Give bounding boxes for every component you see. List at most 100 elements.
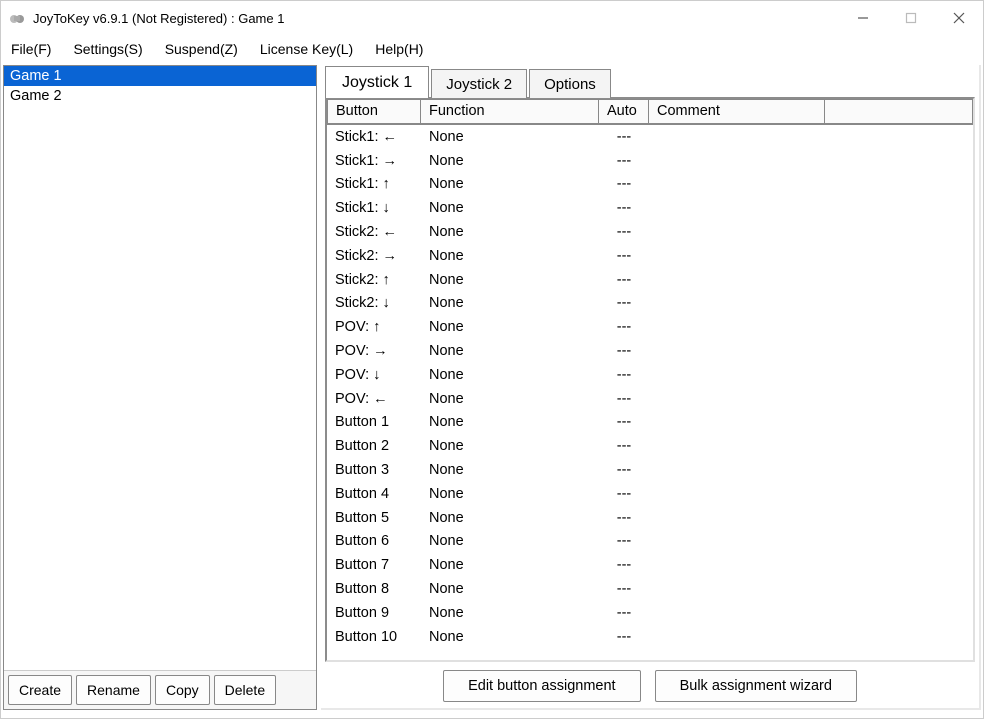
- cell-function: None: [421, 200, 599, 216]
- cell-function: None: [421, 224, 599, 240]
- cell-auto: ---: [599, 176, 649, 192]
- table-row[interactable]: Button 9None---: [327, 601, 973, 625]
- table-row[interactable]: Button 8None---: [327, 577, 973, 601]
- cell-function: None: [421, 605, 599, 621]
- table-row[interactable]: Stick2: ↓None---: [327, 292, 973, 316]
- copy-button[interactable]: Copy: [155, 675, 210, 705]
- edit-assignment-button[interactable]: Edit button assignment: [443, 670, 641, 702]
- cell-button: Button 8: [327, 581, 421, 597]
- rename-button[interactable]: Rename: [76, 675, 151, 705]
- col-comment[interactable]: Comment: [649, 99, 825, 124]
- cell-button: POV: →: [327, 343, 421, 359]
- close-button[interactable]: [935, 1, 983, 35]
- window-controls: [839, 1, 983, 35]
- table-row[interactable]: Stick1: ↓None---: [327, 196, 973, 220]
- table-row[interactable]: Button 2None---: [327, 434, 973, 458]
- cell-button: Button 7: [327, 557, 421, 573]
- cell-button: POV: ↑: [327, 319, 421, 335]
- menu-settings[interactable]: Settings(S): [69, 39, 146, 59]
- col-button[interactable]: Button: [327, 99, 421, 124]
- cell-auto: ---: [599, 414, 649, 430]
- table-row[interactable]: Stick2: →None---: [327, 244, 973, 268]
- delete-button[interactable]: Delete: [214, 675, 276, 705]
- cell-auto: ---: [599, 462, 649, 478]
- cell-button: Stick1: ↑: [327, 176, 421, 192]
- tabs: Joystick 1 Joystick 2 Options: [321, 65, 979, 97]
- tab-joystick1[interactable]: Joystick 1: [325, 66, 429, 98]
- cell-button: Button 4: [327, 486, 421, 502]
- cell-function: None: [421, 510, 599, 526]
- assignment-panel: Joystick 1 Joystick 2 Options Button Fun…: [321, 65, 981, 710]
- table-row[interactable]: Button 1None---: [327, 411, 973, 435]
- cell-auto: ---: [599, 391, 649, 407]
- cell-button: Button 1: [327, 414, 421, 430]
- app-icon: [9, 10, 25, 26]
- tab-options[interactable]: Options: [529, 69, 611, 98]
- cell-function: None: [421, 557, 599, 573]
- cell-function: None: [421, 176, 599, 192]
- table-row[interactable]: Stick1: ←None---: [327, 125, 973, 149]
- profile-item[interactable]: Game 2: [4, 86, 316, 106]
- table-row[interactable]: Button 4None---: [327, 482, 973, 506]
- cell-function: None: [421, 581, 599, 597]
- cell-auto: ---: [599, 510, 649, 526]
- table-row[interactable]: POV: →None---: [327, 339, 973, 363]
- col-function[interactable]: Function: [421, 99, 599, 124]
- profile-item[interactable]: Game 1: [4, 66, 316, 86]
- col-extra[interactable]: [825, 99, 973, 124]
- cell-auto: ---: [599, 533, 649, 549]
- cell-function: None: [421, 295, 599, 311]
- cell-button: Stick2: →: [327, 248, 421, 264]
- tab-joystick2[interactable]: Joystick 2: [431, 69, 527, 98]
- menu-suspend[interactable]: Suspend(Z): [161, 39, 242, 59]
- cell-function: None: [421, 319, 599, 335]
- cell-function: None: [421, 391, 599, 407]
- table-row[interactable]: Stick1: ↑None---: [327, 173, 973, 197]
- cell-button: Button 2: [327, 438, 421, 454]
- create-button[interactable]: Create: [8, 675, 72, 705]
- table-row[interactable]: POV: ↑None---: [327, 315, 973, 339]
- profile-list[interactable]: Game 1Game 2: [4, 66, 316, 670]
- cell-auto: ---: [599, 248, 649, 264]
- table-row[interactable]: POV: ↓None---: [327, 363, 973, 387]
- table-row[interactable]: Button 10None---: [327, 625, 973, 649]
- cell-auto: ---: [599, 486, 649, 502]
- cell-auto: ---: [599, 295, 649, 311]
- cell-button: Stick1: ↓: [327, 200, 421, 216]
- col-auto[interactable]: Auto: [599, 99, 649, 124]
- cell-auto: ---: [599, 438, 649, 454]
- cell-button: POV: ↓: [327, 367, 421, 383]
- table-body[interactable]: Stick1: ←None---Stick1: →None---Stick1: …: [327, 125, 973, 660]
- cell-button: Stick1: →: [327, 153, 421, 169]
- cell-function: None: [421, 248, 599, 264]
- table-row[interactable]: Stick2: ↑None---: [327, 268, 973, 292]
- table-row[interactable]: Button 3None---: [327, 458, 973, 482]
- cell-auto: ---: [599, 200, 649, 216]
- menu-help[interactable]: Help(H): [371, 39, 427, 59]
- table-row[interactable]: Stick2: ←None---: [327, 220, 973, 244]
- cell-auto: ---: [599, 343, 649, 359]
- window-title: JoyToKey v6.9.1 (Not Registered) : Game …: [33, 11, 839, 26]
- cell-function: None: [421, 414, 599, 430]
- maximize-button[interactable]: [887, 1, 935, 35]
- table-row[interactable]: Button 6None---: [327, 530, 973, 554]
- minimize-button[interactable]: [839, 1, 887, 35]
- profile-panel: Game 1Game 2 Create Rename Copy Delete: [3, 65, 317, 710]
- table-row[interactable]: Stick1: →None---: [327, 149, 973, 173]
- cell-button: Stick2: ←: [327, 224, 421, 240]
- cell-function: None: [421, 438, 599, 454]
- menu-license[interactable]: License Key(L): [256, 39, 357, 59]
- table-row[interactable]: POV: ←None---: [327, 387, 973, 411]
- bulk-wizard-button[interactable]: Bulk assignment wizard: [655, 670, 857, 702]
- cell-auto: ---: [599, 272, 649, 288]
- menu-file[interactable]: File(F): [7, 39, 55, 59]
- cell-auto: ---: [599, 129, 649, 145]
- cell-auto: ---: [599, 224, 649, 240]
- cell-button: Stick1: ←: [327, 129, 421, 145]
- cell-function: None: [421, 343, 599, 359]
- table-row[interactable]: Button 5None---: [327, 506, 973, 530]
- table-row[interactable]: Button 7None---: [327, 553, 973, 577]
- cell-auto: ---: [599, 153, 649, 169]
- assignment-buttons: Edit button assignment Bulk assignment w…: [321, 662, 979, 708]
- table-header: Button Function Auto Comment: [327, 99, 973, 125]
